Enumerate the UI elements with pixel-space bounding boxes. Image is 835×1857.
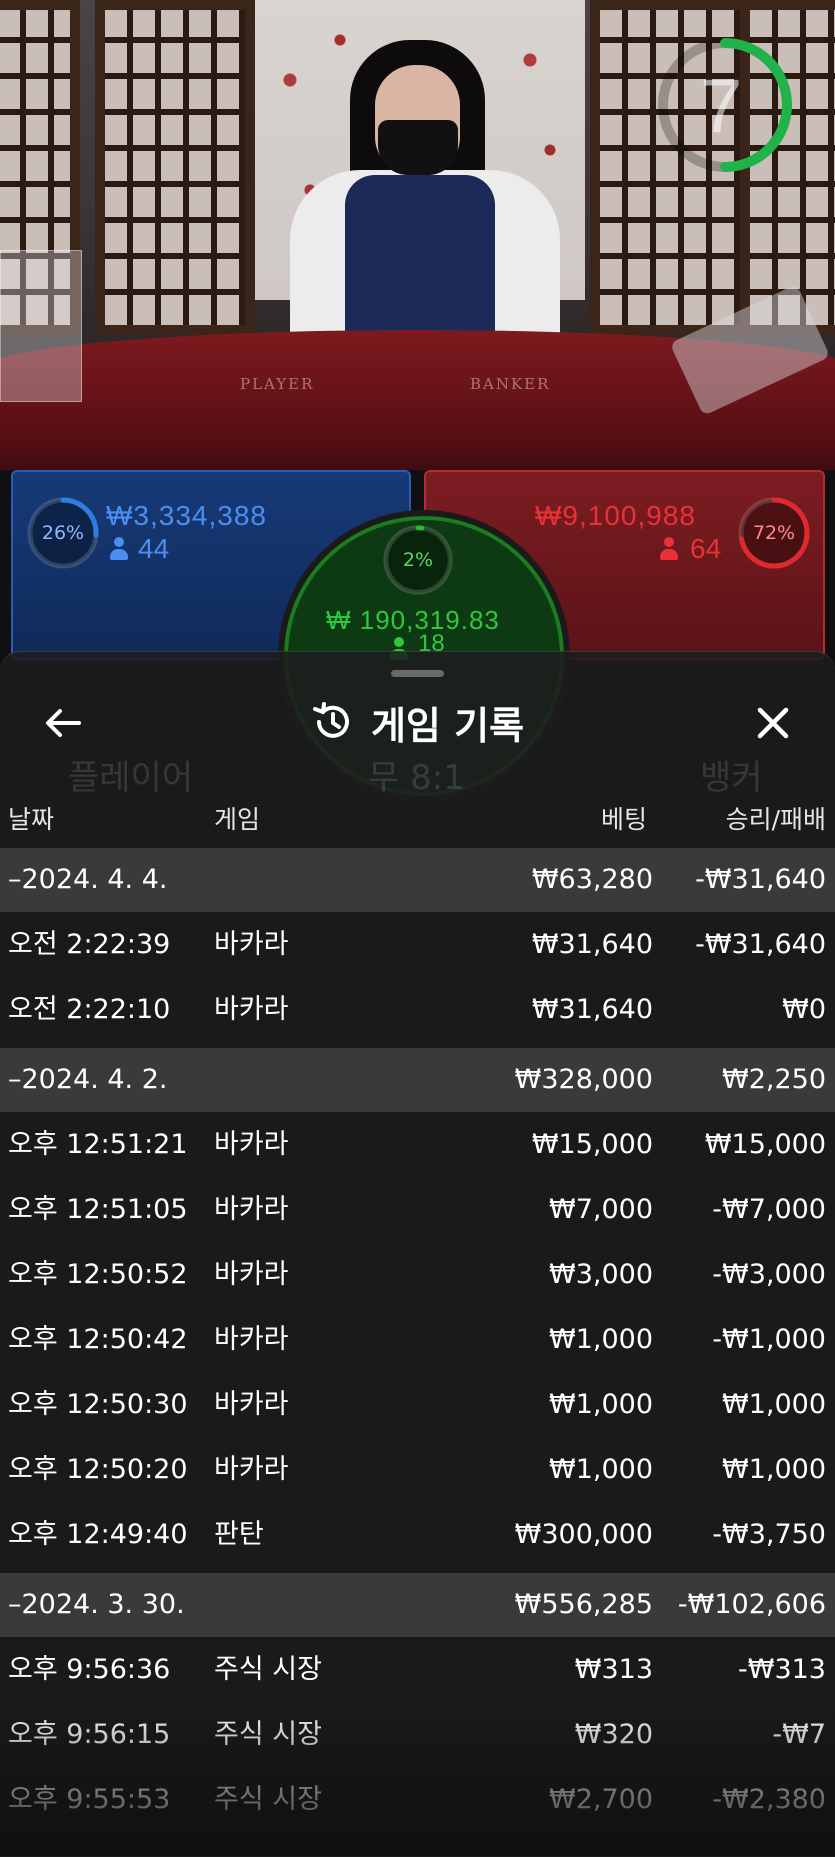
person-icon <box>660 537 678 561</box>
history-row[interactable]: 오후 12:51:05 바카라 ₩7,000 -₩7,000 <box>0 1183 835 1247</box>
history-row[interactable]: 오후 12:50:30 바카라 ₩1,000 ₩1,000 <box>0 1378 835 1442</box>
banker-bettor-count: 64 <box>690 533 722 564</box>
sheet-title: 게임 기록 <box>370 703 525 748</box>
row-bet: ₩1,000 <box>549 1324 653 1355</box>
player-percent: 26% <box>41 522 85 544</box>
group-result-total: -₩102,606 <box>677 1589 826 1620</box>
group-result-total: -₩31,640 <box>695 864 826 895</box>
group-date: –2024. 4. 2. <box>8 1064 168 1095</box>
row-game: 바카라 <box>214 1454 289 1485</box>
row-result: -₩7,000 <box>712 1194 826 1225</box>
history-row[interactable]: 오후 12:50:52 바카라 ₩3,000 -₩3,000 <box>0 1248 835 1312</box>
row-game: 바카라 <box>214 1129 289 1160</box>
row-result: -₩3,750 <box>712 1519 826 1550</box>
row-bet: ₩31,640 <box>531 994 653 1025</box>
player-bettor-count: 44 <box>138 533 170 564</box>
row-time: 오후 12:51:05 <box>8 1194 188 1225</box>
history-date-group[interactable]: –2024. 3. 30. ₩556,285 -₩102,606 <box>0 1573 835 1637</box>
background-banker-label: 뱅커 <box>700 758 763 798</box>
group-result-total: ₩2,250 <box>722 1064 826 1095</box>
banker-percent: 72% <box>752 522 796 544</box>
history-icon <box>312 702 349 738</box>
row-result: -₩31,640 <box>695 929 826 960</box>
column-header-bet: 베팅 <box>600 805 647 834</box>
row-game: 판탄 <box>214 1519 264 1550</box>
dealer-mask <box>378 120 458 175</box>
column-header-date: 날짜 <box>8 805 55 834</box>
close-icon <box>757 707 789 739</box>
row-result: ₩0 <box>782 994 826 1025</box>
history-row[interactable]: 오후 12:50:20 바카라 ₩1,000 ₩1,000 <box>0 1443 835 1507</box>
countdown-timer: 7 <box>700 64 743 149</box>
group-bet-total: ₩63,280 <box>531 864 653 895</box>
row-result: -₩1,000 <box>712 1324 826 1355</box>
history-row[interactable]: 오전 2:22:10 바카라 ₩31,640 ₩0 <box>0 983 835 1047</box>
column-header-game: 게임 <box>214 805 261 834</box>
tie-percent: 2% <box>402 549 434 571</box>
group-bet-total: ₩328,000 <box>514 1064 653 1095</box>
felt-banker-label: BANKER <box>470 375 551 393</box>
row-time: 오후 12:51:21 <box>8 1129 188 1160</box>
row-bet: ₩300,000 <box>514 1519 653 1550</box>
background-player-label: 플레이어 <box>68 758 194 798</box>
row-game: 주식 시장 <box>214 1654 322 1685</box>
row-time: 오후 12:50:42 <box>8 1324 188 1355</box>
row-game: 바카라 <box>214 994 289 1025</box>
row-game: 바카라 <box>214 1259 289 1290</box>
row-time: 오전 2:22:10 <box>8 994 171 1025</box>
row-result: ₩15,000 <box>704 1129 826 1160</box>
row-game: 바카라 <box>214 1389 289 1420</box>
sheet-drag-handle[interactable] <box>391 670 444 677</box>
discard-tray <box>0 250 82 402</box>
felt-player-label: PLAYER <box>240 375 315 393</box>
row-time: 오후 12:49:40 <box>8 1519 188 1550</box>
history-date-group[interactable]: –2024. 4. 2. ₩328,000 ₩2,250 <box>0 1048 835 1112</box>
row-time: 오후 9:56:36 <box>8 1654 171 1685</box>
list-fade-overlay <box>0 1700 835 1856</box>
player-bet-amount: ₩3,334,388 <box>106 500 267 531</box>
sheet-header: 게임 기록 <box>0 692 835 752</box>
row-result: ₩1,000 <box>722 1454 826 1485</box>
history-row[interactable]: 오후 12:50:42 바카라 ₩1,000 -₩1,000 <box>0 1313 835 1377</box>
row-time: 오후 12:50:30 <box>8 1389 188 1420</box>
group-date: –2024. 3. 30. <box>8 1589 185 1620</box>
history-row[interactable]: 오전 2:22:39 바카라 ₩31,640 -₩31,640 <box>0 918 835 982</box>
group-date: –2024. 4. 4. <box>8 864 168 895</box>
row-result: ₩1,000 <box>722 1389 826 1420</box>
background-tie-label: 무 8:1 <box>368 758 465 798</box>
row-bet: ₩3,000 <box>549 1259 653 1290</box>
group-bet-total: ₩556,285 <box>514 1589 653 1620</box>
history-row[interactable]: 오후 12:49:40 판탄 ₩300,000 -₩3,750 <box>0 1508 835 1572</box>
tie-bet-amount: ₩ 190,319.83 <box>326 605 500 635</box>
row-game: 바카라 <box>214 1324 289 1355</box>
row-result: -₩313 <box>738 1654 826 1685</box>
history-date-group[interactable]: –2024. 4. 4. ₩63,280 -₩31,640 <box>0 848 835 912</box>
wooden-screen <box>95 0 255 335</box>
column-header-result: 승리/패배 <box>725 805 826 834</box>
row-time: 오전 2:22:39 <box>8 929 171 960</box>
row-game: 바카라 <box>214 1194 289 1225</box>
dealer-vest <box>345 175 495 345</box>
row-result: -₩3,000 <box>712 1259 826 1290</box>
row-bet: ₩1,000 <box>549 1389 653 1420</box>
row-bet: ₩313 <box>574 1654 653 1685</box>
history-row[interactable]: 오후 9:56:36 주식 시장 ₩313 -₩313 <box>0 1643 835 1707</box>
row-time: 오후 12:50:52 <box>8 1259 188 1290</box>
row-bet: ₩1,000 <box>549 1454 653 1485</box>
close-button[interactable] <box>745 695 801 751</box>
row-bet: ₩31,640 <box>531 929 653 960</box>
row-time: 오후 12:50:20 <box>8 1454 188 1485</box>
person-icon <box>110 537 128 561</box>
row-bet: ₩15,000 <box>531 1129 653 1160</box>
row-bet: ₩7,000 <box>549 1194 653 1225</box>
row-game: 바카라 <box>214 929 289 960</box>
history-row[interactable]: 오후 12:51:21 바카라 ₩15,000 ₩15,000 <box>0 1118 835 1182</box>
banker-bet-amount: ₩9,100,988 <box>535 500 696 531</box>
